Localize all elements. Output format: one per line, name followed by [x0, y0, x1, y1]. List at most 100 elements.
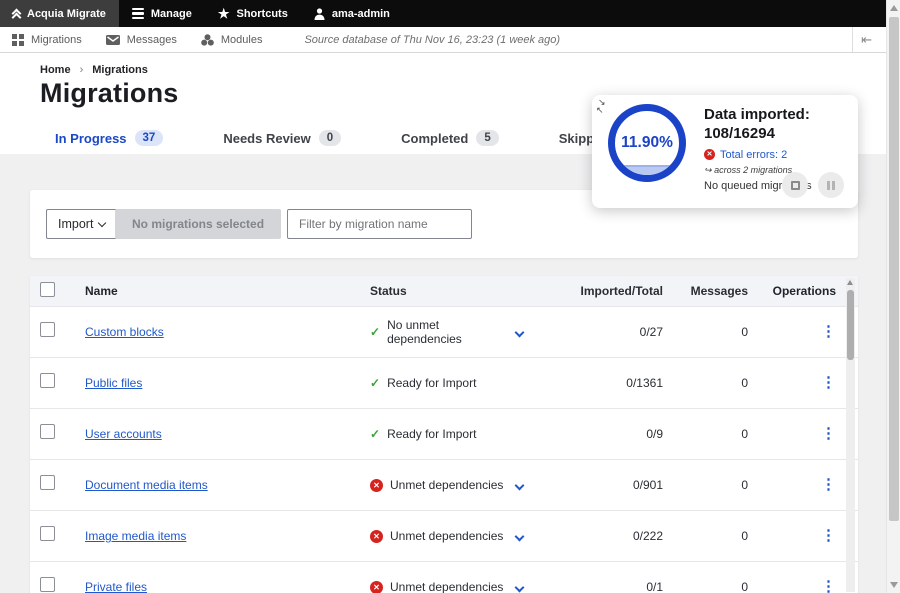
stop-button[interactable]: [782, 172, 808, 198]
table-row: User accounts Ready for Import 0/9 0 ⋮: [30, 408, 858, 459]
messages-count: 0: [663, 376, 748, 390]
toolbar-item-user[interactable]: ama-admin: [301, 0, 403, 27]
pause-button[interactable]: [818, 172, 844, 198]
table-row: Image media items Unmet dependencies 0/2…: [30, 510, 858, 561]
user-icon: [314, 8, 325, 20]
migration-link[interactable]: Image media items: [85, 529, 186, 543]
total-errors-link[interactable]: ✕ Total errors: 2: [704, 149, 850, 161]
manage-label: Manage: [151, 8, 192, 20]
subnav-item-migrations[interactable]: Migrations: [0, 34, 94, 46]
row-checkbox[interactable]: [40, 373, 55, 388]
kebab-menu-icon[interactable]: ⋮: [821, 476, 836, 493]
table-row: Private files Unmet dependencies 0/1 0 ⋮: [30, 561, 858, 593]
admin-toolbar: Acquia Migrate Manage ★ Shortcuts ama-ad…: [0, 0, 888, 27]
toolbar-item-acquia-migrate[interactable]: Acquia Migrate: [0, 0, 119, 27]
messages-count: 0: [663, 580, 748, 593]
subnav-migrations-label: Migrations: [31, 34, 82, 46]
status-icon: [370, 530, 383, 543]
messages-count: 0: [663, 478, 748, 492]
migrations-table: Name Status Imported/Total Messages Oper…: [30, 276, 858, 593]
toolbar-orientation-toggle[interactable]: ⇤: [852, 27, 880, 52]
migration-link[interactable]: Private files: [85, 580, 147, 593]
kebab-menu-icon[interactable]: ⋮: [821, 578, 836, 593]
scroll-down-icon[interactable]: [890, 582, 898, 588]
row-checkbox[interactable]: [40, 475, 55, 490]
breadcrumb: Home › Migrations: [40, 64, 148, 76]
envelope-icon: [106, 35, 120, 45]
kebab-menu-icon[interactable]: ⋮: [821, 527, 836, 544]
expand-chevron-icon[interactable]: [515, 328, 525, 338]
kebab-menu-icon[interactable]: ⋮: [821, 323, 836, 340]
row-checkbox[interactable]: [40, 424, 55, 439]
expand-chevron-icon[interactable]: [515, 481, 525, 491]
table-scrollbar-thumb[interactable]: [847, 290, 854, 360]
kebab-menu-icon[interactable]: ⋮: [821, 374, 836, 391]
status-icon: [370, 479, 383, 492]
page-scrollbar-thumb[interactable]: [889, 17, 899, 521]
hook-arrow-icon: ↪: [704, 165, 712, 175]
imported-total-value: 0/222: [550, 529, 663, 543]
migration-link[interactable]: Public files: [85, 376, 142, 390]
modules-icon: [201, 34, 214, 46]
breadcrumb-separator: ›: [80, 64, 84, 76]
imported-total-value: 0/1: [550, 580, 663, 593]
status-icon: [370, 581, 383, 593]
star-icon: ★: [218, 7, 230, 20]
shortcuts-label: Shortcuts: [236, 8, 287, 20]
breadcrumb-home-link[interactable]: Home: [40, 64, 71, 76]
selection-status-button: No migrations selected: [115, 209, 281, 239]
expand-chevron-icon[interactable]: [515, 583, 525, 593]
data-imported-value: 108/16294: [704, 125, 775, 142]
status-text: Unmet dependencies: [390, 478, 503, 492]
double-chevron-up-icon: [13, 10, 20, 17]
import-dropdown-button[interactable]: Import: [46, 209, 117, 239]
tab-label: Completed: [401, 131, 468, 146]
resize-handle-icon[interactable]: ↘ ↖: [598, 98, 614, 116]
select-all-checkbox[interactable]: [40, 282, 55, 297]
migration-link[interactable]: Custom blocks: [85, 325, 164, 339]
data-imported-heading: Data imported: 108/16294: [704, 106, 850, 144]
scroll-up-icon[interactable]: [847, 280, 853, 285]
expand-chevron-icon[interactable]: [515, 532, 525, 542]
scroll-up-icon[interactable]: [890, 5, 898, 11]
imported-total-value: 0/9: [550, 427, 663, 441]
collapse-arrow-icon: ⇤: [861, 32, 872, 48]
row-checkbox[interactable]: [40, 526, 55, 541]
subnav-item-modules[interactable]: Modules: [189, 34, 275, 46]
status-text: No unmet dependencies: [387, 318, 510, 346]
page-title: Migrations: [40, 78, 179, 109]
imported-total-value: 0/27: [550, 325, 663, 339]
grid-icon: [12, 34, 24, 46]
migration-link[interactable]: User accounts: [85, 427, 162, 441]
table-row: Custom blocks No unmet dependencies 0/27…: [30, 306, 858, 357]
hamburger-icon: [132, 8, 144, 20]
subnav-messages-label: Messages: [127, 34, 177, 46]
imported-total-value: 0/1361: [550, 376, 663, 390]
migration-filter-input[interactable]: [287, 209, 472, 239]
tab-count-badge: 5: [476, 130, 498, 146]
acquia-migrate-app: Acquia Migrate Manage ★ Shortcuts ama-ad…: [0, 0, 900, 593]
subnav-item-messages[interactable]: Messages: [94, 34, 189, 46]
page-scrollbar[interactable]: [886, 0, 900, 593]
imported-total-value: 0/901: [550, 478, 663, 492]
toolbar-item-manage[interactable]: Manage: [119, 0, 205, 27]
status-icon: [370, 325, 380, 339]
source-database-note: Source database of Thu Nov 16, 23:23 (1 …: [304, 34, 560, 46]
header-messages: Messages: [663, 284, 748, 298]
toolbar-item-shortcuts[interactable]: ★ Shortcuts: [205, 0, 301, 27]
messages-count: 0: [663, 529, 748, 543]
breadcrumb-current: Migrations: [92, 64, 148, 76]
migration-link[interactable]: Document media items: [85, 478, 208, 492]
tab-label: In Progress: [55, 131, 127, 146]
error-icon: ✕: [704, 149, 715, 160]
table-scrollbar[interactable]: [846, 278, 855, 592]
row-checkbox[interactable]: [40, 577, 55, 592]
migrate-subnav: Migrations Messages Modules Source datab…: [0, 27, 886, 53]
chevron-down-icon: [98, 218, 106, 226]
arrow-nw-icon: ↖: [596, 106, 604, 114]
header-name: Name: [85, 284, 370, 298]
messages-count: 0: [663, 427, 748, 441]
tab-label: Needs Review: [223, 131, 310, 146]
kebab-menu-icon[interactable]: ⋮: [821, 425, 836, 442]
row-checkbox[interactable]: [40, 322, 55, 337]
